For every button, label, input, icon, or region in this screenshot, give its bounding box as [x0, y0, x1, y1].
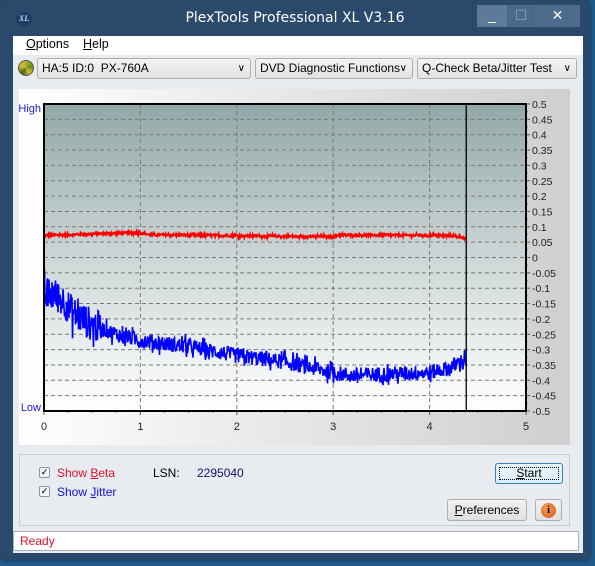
- maximize-button[interactable]: ☐: [507, 5, 535, 27]
- y-tick-label: -0.35: [532, 360, 556, 372]
- info-button[interactable]: i: [535, 499, 562, 521]
- x-tick-label: 3: [330, 421, 336, 433]
- show-beta-checkbox[interactable]: ✓: [39, 467, 50, 478]
- show-jitter-label[interactable]: Show Jitter: [57, 485, 116, 499]
- y-tick-label: -0.1: [532, 283, 550, 295]
- status-bar: Ready: [13, 531, 579, 551]
- lsn-value: 2295040: [197, 466, 244, 480]
- drive-select-value: HA:5 ID:0 PX-760A: [42, 61, 149, 75]
- preferences-button[interactable]: Preferences: [447, 499, 527, 521]
- app-window: XL PlexTools Professional XL V3.16 _ ☐ ✕…: [0, 0, 590, 560]
- function-select[interactable]: DVD Diagnostic Functions ∨: [255, 58, 413, 79]
- y-tick-label: -0.4: [532, 375, 550, 387]
- y-tick-label: 0.45: [532, 114, 553, 126]
- y-label-high: High: [19, 103, 41, 115]
- close-button[interactable]: ✕: [535, 5, 580, 27]
- x-tick-label: 1: [137, 421, 143, 433]
- chevron-down-icon: ∨: [399, 63, 407, 74]
- y-tick-label: -0.3: [532, 345, 550, 357]
- y-tick-label: 0: [532, 253, 538, 265]
- menu-bar: Options Help: [13, 36, 583, 55]
- preferences-label: references: [462, 503, 520, 517]
- test-select-value: Q-Check Beta/Jitter Test: [422, 61, 552, 75]
- function-select-value: DVD Diagnostic Functions: [260, 61, 401, 75]
- y-tick-label: -0.25: [532, 329, 556, 341]
- show-jitter-checkbox[interactable]: ✓: [39, 486, 50, 497]
- chevron-down-icon: ∨: [237, 63, 245, 74]
- y-tick-label: 0.15: [532, 206, 553, 218]
- chevron-down-icon: ∨: [563, 63, 571, 74]
- y-tick-label: 0.1: [532, 222, 547, 234]
- client-area: Options Help HA:5 ID:0 PX-760A ∨ DVD Dia…: [13, 36, 583, 553]
- y-tick-label: 0.35: [532, 145, 553, 157]
- start-button[interactable]: Start: [495, 463, 563, 484]
- show-jitter-label-post: itter: [96, 485, 117, 499]
- x-tick-label: 4: [427, 421, 433, 433]
- menu-help-accel: H: [83, 37, 93, 51]
- menu-help-label: elp: [92, 37, 109, 51]
- y-tick-label: 0.3: [532, 160, 547, 172]
- menu-options-accel: O: [26, 37, 36, 51]
- y-tick-label: -0.2: [532, 314, 550, 326]
- lsn-label: LSN:: [153, 466, 180, 480]
- status-text: Ready: [20, 534, 55, 548]
- minimize-button[interactable]: _: [477, 5, 507, 27]
- show-jitter-label-pre: Show: [57, 485, 91, 499]
- preferences-accel: P: [454, 503, 463, 517]
- y-label-low: Low: [21, 402, 41, 414]
- y-tick-label: -0.05: [532, 268, 556, 280]
- y-tick-label: 0.4: [532, 130, 547, 142]
- beta-jitter-chart: 0.5 0.45 0.4 0.35 0.3 0.25 0.2 0.15 0.1 0.05 0 -0.0…: [19, 99, 556, 433]
- chart-panel: 0.5 0.45 0.4 0.35 0.3 0.25 0.2 0.15 0.1 0.05 0 -0.0…: [19, 89, 570, 445]
- focus-rect: [499, 467, 559, 480]
- x-tick-label: 2: [234, 421, 240, 433]
- show-beta-label-pre: Show: [57, 466, 91, 480]
- y-tick-label: 0.5: [532, 99, 547, 111]
- x-tick-label: 5: [523, 421, 529, 433]
- title-bar[interactable]: XL PlexTools Professional XL V3.16 _ ☐ ✕: [0, 0, 590, 36]
- y-tick-label: -0.15: [532, 299, 556, 311]
- drive-select[interactable]: HA:5 ID:0 PX-760A ∨: [37, 58, 251, 79]
- y-tick-label: -0.45: [532, 391, 556, 403]
- toolbar: HA:5 ID:0 PX-760A ∨ DVD Diagnostic Funct…: [13, 55, 583, 83]
- y-tick-label: -0.5: [532, 406, 550, 418]
- menu-options[interactable]: Options: [26, 37, 69, 51]
- show-beta-label-post: eta: [98, 466, 116, 480]
- y-tick-label: 0.05: [532, 237, 553, 249]
- disc-icon: [18, 60, 34, 76]
- menu-help[interactable]: Help: [83, 37, 109, 51]
- y-tick-label: 0.25: [532, 176, 553, 188]
- y-tick-label: 0.2: [532, 191, 547, 203]
- show-beta-label[interactable]: Show Beta: [57, 466, 115, 480]
- x-tick-label: 0: [41, 421, 47, 433]
- menu-options-label: ptions: [35, 37, 70, 51]
- options-panel: ✓ Show Beta ✓ Show Jitter LSN: 2295040 S…: [19, 454, 570, 526]
- test-select[interactable]: Q-Check Beta/Jitter Test ∨: [417, 58, 577, 79]
- info-icon: i: [541, 503, 556, 518]
